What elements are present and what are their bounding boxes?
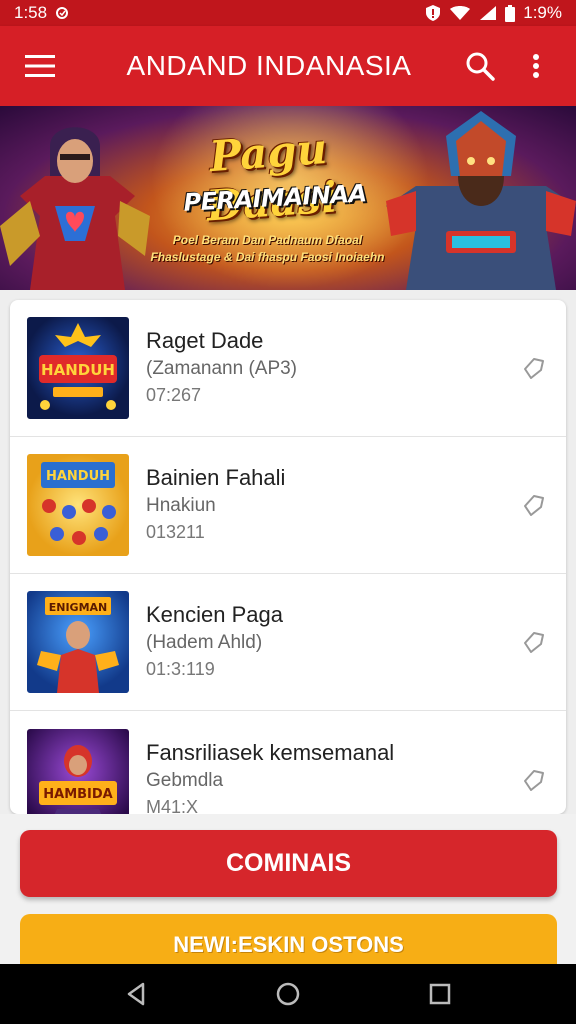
status-bar: 1:58 1:9%: [0, 0, 576, 26]
signal-icon: [479, 5, 497, 21]
bookmark-icon[interactable]: [520, 354, 548, 382]
bookmark-icon[interactable]: [520, 491, 548, 519]
battery-icon: [505, 4, 516, 22]
system-nav-bar: [0, 964, 576, 1024]
thumb-label: HANDUH: [46, 469, 110, 484]
primary-button[interactable]: COMINAIS: [20, 830, 557, 897]
item-subtitle: (Hadem Ahld): [146, 632, 263, 653]
item-subtitle: Gebmdla: [146, 769, 224, 791]
back-icon[interactable]: [116, 974, 156, 1014]
item-title: Kencien Paga: [146, 602, 283, 627]
item-meta: M41:X: [146, 796, 199, 815]
game-list: HANDUH Raget Dade (Zamanann (AP3) 07:267…: [10, 300, 566, 814]
item-title: Raget Dade: [146, 328, 264, 353]
app-bar: ANDAND INDANASIA: [0, 26, 576, 106]
item-title: Fansriliasek kemsemanal: [146, 739, 395, 765]
search-icon[interactable]: [458, 44, 502, 88]
list-item[interactable]: ENIGMAN Kencien Paga (Hadem Ahld) 01:3:1…: [10, 574, 566, 711]
more-vert-icon[interactable]: [514, 44, 558, 88]
wifi-icon: [449, 5, 471, 21]
game-thumbnail: ENIGMAN: [27, 591, 129, 693]
item-subtitle: Hnakiun: [146, 495, 216, 516]
item-title: Bainien Fahali: [146, 465, 286, 490]
notification-icon: [55, 6, 69, 20]
list-item[interactable]: HANDUH Bainien Fahali Hnakiun 013211: [10, 437, 566, 574]
promo-banner[interactable]: Pagu Daasi PERAIMAINAA Poel Beram Dan Pa…: [0, 106, 576, 290]
menu-icon[interactable]: [18, 44, 62, 88]
list-item[interactable]: HANDUH Raget Dade (Zamanann (AP3) 07:267: [10, 300, 566, 437]
game-thumbnail: HAMBIDA: [27, 728, 129, 814]
thumb-label: HANDUH: [41, 361, 115, 379]
battery-percent: 1:9%: [523, 3, 562, 22]
item-meta: 013211: [146, 522, 205, 542]
hero-left-illustration: [0, 127, 150, 290]
home-icon[interactable]: [268, 974, 308, 1014]
banner-title: Pagu Daasi: [204, 124, 339, 231]
thumb-label: ENIGMAN: [49, 601, 108, 614]
item-meta: 01:3:119: [146, 659, 215, 679]
hero-right-illustration: [386, 111, 576, 290]
item-meta: 07:267: [146, 385, 202, 405]
game-thumbnail: HANDUH: [27, 454, 129, 556]
game-thumbnail: HANDUH: [27, 317, 129, 419]
banner-tagline: Poel Beram Dan Padnaum Dfaoal Fhaslustag…: [150, 233, 385, 264]
status-time: 1:58: [14, 3, 48, 22]
bookmark-icon[interactable]: [520, 766, 548, 794]
item-subtitle: (Zamanann (AP3): [146, 358, 298, 379]
app-title: ANDAND INDANASIA: [126, 50, 412, 81]
bookmark-icon[interactable]: [520, 628, 548, 656]
list-item[interactable]: HAMBIDA Fansriliasek kemsemanal Gebmdla …: [10, 711, 566, 814]
alert-icon: [425, 4, 441, 22]
thumb-label: HAMBIDA: [43, 787, 112, 802]
recents-icon[interactable]: [420, 974, 460, 1014]
